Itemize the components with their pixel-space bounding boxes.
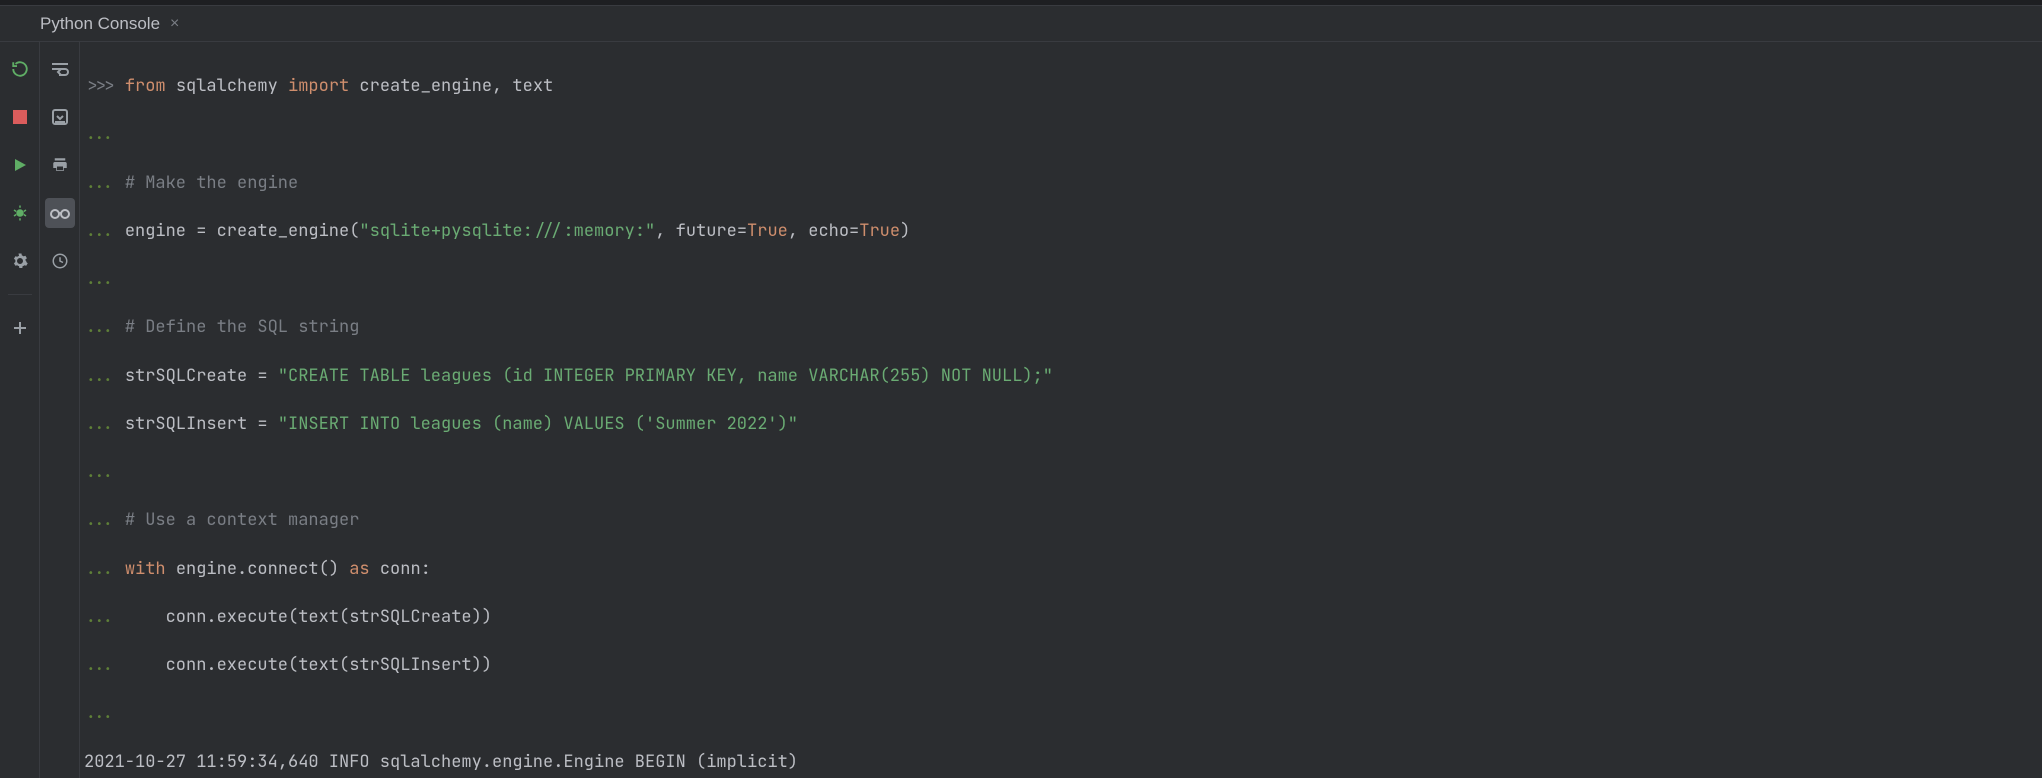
continuation-prompt: ... [84, 509, 125, 531]
continuation-prompt: ... [84, 654, 125, 676]
code-string: "CREATE TABLE leagues (id INTEGER PRIMAR… [278, 365, 1053, 387]
close-icon[interactable]: × [168, 15, 181, 33]
continuation-prompt: ... [84, 558, 125, 580]
log-line: 2021-10-27 11:59:34,640 INFO sqlalchemy.… [84, 750, 2042, 774]
continuation-prompt: ... [84, 413, 125, 435]
continuation-prompt: ... [84, 220, 125, 242]
continuation-prompt: ... [84, 606, 125, 628]
code-text: , echo= [788, 220, 859, 242]
code-text: create_engine, text [349, 75, 553, 97]
code-text: ) [900, 220, 910, 242]
continuation-prompt: ... [84, 316, 125, 338]
code-comment: # Make the engine [125, 172, 298, 194]
tab-python-console[interactable]: Python Console × [30, 8, 191, 40]
console-output[interactable]: >>> from sqlalchemy import create_engine… [80, 42, 2042, 778]
rerun-button[interactable] [5, 54, 35, 84]
scroll-icon [51, 108, 69, 126]
code-keyword: with [125, 558, 166, 580]
code-text: engine = create_engine( [125, 220, 360, 242]
history-icon [51, 252, 69, 270]
soft-wrap-button[interactable] [45, 54, 75, 84]
code-comment: # Define the SQL string [125, 316, 360, 338]
print-icon [51, 156, 69, 174]
code-text: sqlalchemy [166, 75, 288, 97]
right-gutter [40, 42, 80, 778]
code-string: "sqlite+pysqlite:///:memory:" [359, 220, 655, 242]
continuation-prompt: ... [84, 365, 125, 387]
stop-icon [13, 110, 27, 124]
scroll-to-end-button[interactable] [45, 102, 75, 132]
history-button[interactable] [45, 246, 75, 276]
code-keyword: import [288, 75, 349, 97]
continuation-prompt: ... [84, 172, 125, 194]
glasses-icon [49, 206, 71, 220]
code-text: , future= [655, 220, 747, 242]
wrap-icon [50, 61, 70, 77]
play-icon [12, 157, 28, 173]
code-keyword: True [859, 220, 900, 242]
code-text: engine.connect() [166, 558, 350, 580]
debug-button[interactable] [5, 198, 35, 228]
tab-label: Python Console [40, 14, 160, 34]
print-button[interactable] [45, 150, 75, 180]
code-keyword: as [349, 558, 369, 580]
rerun-icon [11, 60, 29, 78]
continuation-prompt: ... [84, 123, 125, 145]
code-keyword: True [747, 220, 788, 242]
code-comment: # Use a context manager [125, 509, 360, 531]
continuation-prompt: ... [84, 268, 125, 290]
code-text: strSQLCreate = [125, 365, 278, 387]
gutter-separator [8, 294, 32, 295]
add-icon [12, 320, 28, 336]
continuation-prompt: ... [84, 702, 166, 724]
prompt: >>> [84, 75, 125, 97]
run-button[interactable] [5, 150, 35, 180]
settings-icon [11, 252, 29, 270]
debug-icon [11, 204, 29, 222]
left-gutter [0, 42, 40, 778]
code-string: "INSERT INTO leagues (name) VALUES ('Sum… [278, 413, 798, 435]
code-text: conn.execute(text(strSQLCreate)) [125, 606, 492, 628]
tab-bar: Python Console × [0, 6, 2042, 42]
stop-button[interactable] [5, 102, 35, 132]
settings-button[interactable] [5, 246, 35, 276]
code-text: strSQLInsert = [125, 413, 278, 435]
code-text: conn.execute(text(strSQLInsert)) [125, 654, 492, 676]
show-variables-button[interactable] [45, 198, 75, 228]
code-text: conn: [370, 558, 431, 580]
code-keyword: from [125, 75, 166, 97]
add-button[interactable] [5, 313, 35, 343]
continuation-prompt: ... [84, 461, 125, 483]
